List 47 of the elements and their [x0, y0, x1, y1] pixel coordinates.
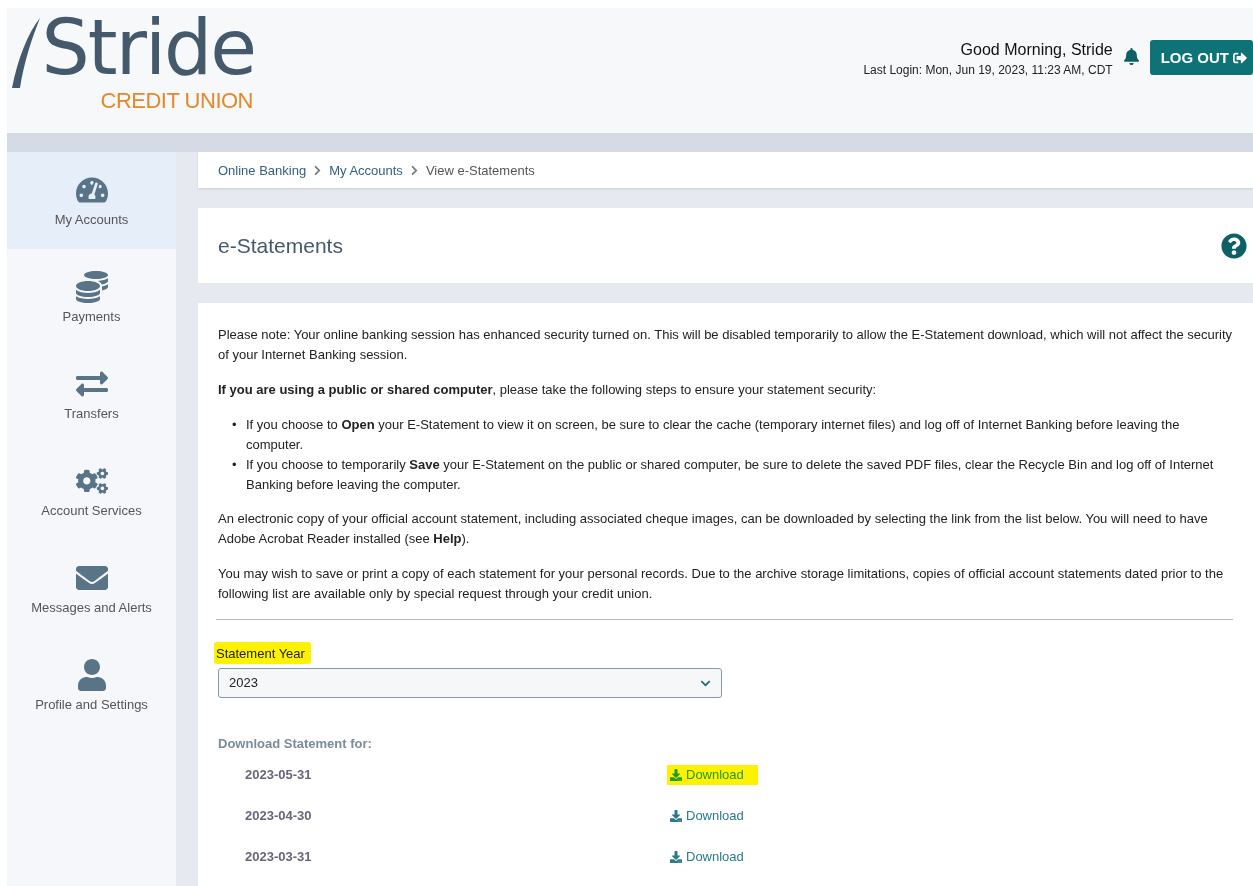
download-icon — [670, 850, 682, 863]
download-link[interactable]: Download — [667, 846, 758, 867]
sidebar-item-label: Profile and Settings — [35, 697, 148, 712]
logout-button[interactable]: LOG OUT — [1149, 40, 1253, 75]
statement-date: 2023-03-31 — [245, 847, 313, 866]
breadcrumb-link[interactable]: Online Banking — [218, 162, 307, 178]
download-icon — [670, 809, 682, 822]
bullet: • — [232, 456, 238, 474]
sidebar-item-label: Transfers — [64, 406, 119, 421]
notice-list-item: If you choose to temporarily Save your E-Statement on the public or shared computer, be sure to delete the saved PDF files, clear the Recycle Bin and log off of Internet Banking before leaving the computer. — [246, 456, 1215, 494]
sidebar-item[interactable]: Account Services — [7, 443, 176, 540]
sidebar-item-label: My Accounts — [54, 212, 129, 227]
logo-wordmark: Stride — [41, 8, 255, 88]
download-link[interactable]: Download — [667, 805, 758, 826]
sidebar-item[interactable]: Messages and Alerts — [7, 540, 176, 637]
sidebar-item-label: Payments — [62, 309, 121, 324]
sidebar-item[interactable]: Profile and Settings — [7, 637, 176, 734]
bullet: • — [232, 416, 238, 434]
logo-swoosh-icon — [9, 18, 40, 88]
breadcrumb-link[interactable]: View e-Statements — [425, 162, 535, 178]
statement-date: 2023-05-31 — [245, 765, 313, 784]
sidebar-item[interactable]: Payments — [7, 249, 176, 346]
sidebar-item-label: Messages and Alerts — [31, 600, 152, 615]
sidebar-item[interactable]: My Accounts — [7, 152, 176, 249]
notice-paragraph: You may wish to save or print a copy of each statement for your personal records. Due to the archive storage limitations, copies of official account statements dated prior to the following list are available only by special request through your credit union. — [218, 565, 1225, 603]
notice-paragraph: An electronic copy of your official account statement, including associated cheque images, can be downloaded by selecting the link from the list below. You will need to have Adobe Acrobat Reader installed (see Help). — [218, 510, 1209, 548]
notice-paragraph: Please note: Your online banking session has enhanced security turned on. This will be disabled temporarily to allow the E-Statement download, which will not affect the security of your Internet Banking session. — [218, 326, 1233, 364]
download-heading: Download Statement for: — [218, 735, 373, 753]
statement-date: 2023-04-30 — [245, 806, 313, 825]
bell-icon[interactable] — [1122, 48, 1140, 65]
notice-list-item: If you choose to Open your E-Statement to view it on screen, be sure to clear the cache (temporary internet files) and log off of Internet Banking before leaving the computer. — [246, 416, 1181, 454]
last-login-text: Last Login: Mon, Jun 19, 2023, 11:23 AM, CDT — [863, 63, 1113, 77]
statement-year-label: Statement Year — [214, 642, 311, 664]
statement-year-select[interactable]: 2023 — [218, 668, 722, 698]
sidebar-item-icon — [75, 465, 108, 497]
logout-icon — [1233, 50, 1247, 65]
notice-paragraph: If you are using a public or shared computer, please take the following steps to ensure your statement security: — [218, 381, 878, 399]
sidebar-item[interactable]: Transfers — [7, 346, 176, 443]
sidebar-item-label: Account Services — [41, 503, 142, 518]
help-icon[interactable] — [1221, 232, 1247, 259]
logo-subtitle: CREDIT UNION — [100, 88, 253, 114]
breadcrumb-link[interactable]: My Accounts — [329, 162, 403, 178]
sidebar-item-icon — [75, 659, 108, 691]
sidebar-item-icon — [75, 271, 108, 303]
page-title: e-Statements — [218, 233, 343, 258]
download-icon — [670, 768, 682, 781]
greeting-text: Good Morning, Stride — [960, 41, 1113, 59]
